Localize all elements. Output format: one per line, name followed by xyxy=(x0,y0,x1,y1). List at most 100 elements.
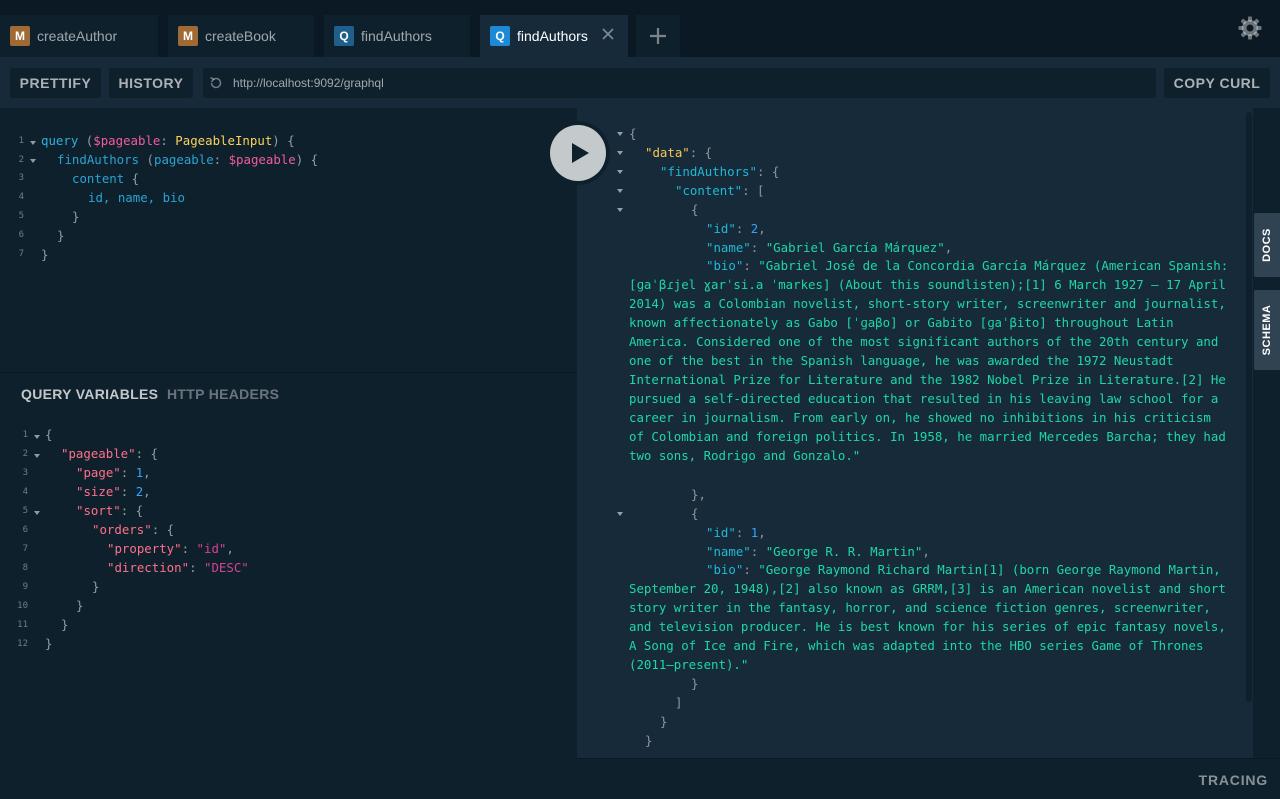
line-number: 7 xyxy=(18,249,24,259)
schema-tab-label: SCHEMA xyxy=(1261,304,1273,356)
line-number: 2 xyxy=(22,449,28,459)
execute-query-button[interactable] xyxy=(546,121,610,185)
json-key: "data" xyxy=(645,145,690,160)
copy-curl-button[interactable]: COPY CURL xyxy=(1164,68,1270,98)
vars-line-1: { xyxy=(45,427,53,442)
query-keyword: query xyxy=(41,133,79,148)
result-line: "content": [ xyxy=(675,183,765,198)
close-icon[interactable] xyxy=(600,26,616,42)
line-number: 7 xyxy=(22,544,28,554)
result-line: { xyxy=(691,506,699,521)
line-number: 12 xyxy=(17,639,28,649)
vars-line-11: } xyxy=(61,617,69,632)
fold-arrow-icon[interactable] xyxy=(34,454,40,458)
tab-label: findAuthors xyxy=(517,28,588,44)
mutation-badge: M xyxy=(10,26,30,46)
toolbar: PRETTIFY HISTORY http://localhost:9092/g… xyxy=(0,57,1280,108)
fold-arrow-icon[interactable] xyxy=(30,141,36,145)
fold-arrow-icon[interactable] xyxy=(34,435,40,439)
result-line: "data": { xyxy=(645,145,713,160)
tab-findauthors[interactable]: Q findAuthors xyxy=(324,15,470,57)
reload-icon[interactable] xyxy=(208,75,224,91)
vars-line-3: "page": 1, xyxy=(76,465,151,480)
vars-line-2: "pageable": { xyxy=(61,446,158,461)
json-key: "size" xyxy=(76,484,121,499)
vars-line-9: } xyxy=(92,579,100,594)
fold-arrow-icon[interactable] xyxy=(617,151,623,155)
json-key: "direction" xyxy=(107,560,190,575)
json-key: "property" xyxy=(107,541,182,556)
vars-line-8: "direction": "DESC" xyxy=(107,560,249,575)
vars-line-10: } xyxy=(76,598,84,613)
add-tab-button[interactable] xyxy=(636,15,680,57)
tab-createbook[interactable]: M createBook xyxy=(168,15,314,57)
result-scrollbar[interactable] xyxy=(1246,112,1252,702)
vars-line-7: "property": "id", xyxy=(107,541,234,556)
fold-arrow-icon[interactable] xyxy=(617,512,623,516)
line-number: 9 xyxy=(22,582,28,592)
line-number: 1 xyxy=(18,136,24,146)
tab-bar: M createAuthor M createBook Q findAuthor… xyxy=(0,0,1280,57)
endpoint-url: http://localhost:9092/graphql xyxy=(233,76,384,90)
play-button-face xyxy=(550,125,606,181)
gear-icon[interactable] xyxy=(1238,16,1262,40)
tab-query-variables[interactable]: QUERY VARIABLES xyxy=(21,386,158,402)
line-number: 3 xyxy=(22,468,28,478)
json-key: "orders" xyxy=(92,522,152,537)
vars-line-5: "sort": { xyxy=(76,503,144,518)
json-string: "id" xyxy=(196,541,227,556)
endpoint-input[interactable]: http://localhost:9092/graphql xyxy=(203,68,1156,98)
history-button[interactable]: HISTORY xyxy=(109,68,193,98)
query-badge: Q xyxy=(334,26,354,46)
plus-icon xyxy=(650,28,666,44)
query-badge: Q xyxy=(490,26,510,46)
result-line: "id": 2, xyxy=(706,221,766,236)
json-key: "bio" xyxy=(706,562,744,577)
docs-tab-label: DOCS xyxy=(1261,228,1273,262)
json-string: "DESC" xyxy=(203,560,249,575)
fold-arrow-icon[interactable] xyxy=(30,159,36,163)
fold-arrow-icon[interactable] xyxy=(617,132,623,136)
mutation-badge: M xyxy=(178,26,198,46)
line-number: 4 xyxy=(18,192,24,202)
prettify-button[interactable]: PRETTIFY xyxy=(10,68,101,98)
result-line: ] xyxy=(675,695,683,710)
fold-arrow-icon[interactable] xyxy=(617,208,623,212)
query-line-3: content { xyxy=(72,171,140,186)
line-number: 3 xyxy=(18,173,24,183)
query-line-2: findAuthors (pageable: $pageable) { xyxy=(57,152,319,167)
tab-createauthor[interactable]: M createAuthor xyxy=(0,15,158,57)
tab-label: createAuthor xyxy=(37,28,118,44)
query-fields: id, name, bio xyxy=(88,190,185,205)
fold-arrow-icon[interactable] xyxy=(617,170,623,174)
result-line: { xyxy=(691,202,699,217)
fold-arrow-icon[interactable] xyxy=(617,189,623,193)
query-field: content xyxy=(72,171,125,186)
fold-arrow-icon[interactable] xyxy=(34,511,40,515)
schema-tab[interactable]: SCHEMA xyxy=(1254,290,1280,370)
tab-http-headers[interactable]: HTTP HEADERS xyxy=(167,386,279,402)
query-arg: pageable xyxy=(153,152,214,167)
result-line: } xyxy=(660,714,668,729)
json-key: "sort" xyxy=(76,503,121,518)
tracing-button[interactable]: TRACING xyxy=(1199,772,1268,788)
docs-tab[interactable]: DOCS xyxy=(1254,213,1280,277)
author-name: "George R. R. Martin" xyxy=(765,544,923,559)
play-icon xyxy=(572,143,589,163)
json-key: "bio" xyxy=(706,258,744,273)
line-number: 6 xyxy=(22,525,28,535)
vars-line-6: "orders": { xyxy=(92,522,175,537)
query-variable: $pageable xyxy=(93,133,161,148)
line-number: 5 xyxy=(22,506,28,516)
json-key: "page" xyxy=(76,465,121,480)
json-key: "content" xyxy=(675,183,743,198)
author-bio-line: "bio": "Gabriel José de la Concordia Gar… xyxy=(629,258,1229,463)
result-line: "name": "Gabriel García Márquez", xyxy=(706,240,953,255)
result-line: } xyxy=(691,676,699,691)
json-key: "name" xyxy=(706,544,751,559)
tab-findauthors-active[interactable]: Q findAuthors xyxy=(480,15,628,57)
variables-header: QUERY VARIABLES HTTP HEADERS xyxy=(0,373,577,415)
query-line-7: } xyxy=(41,247,49,262)
line-number: 5 xyxy=(18,211,24,221)
query-field: findAuthors xyxy=(57,152,140,167)
